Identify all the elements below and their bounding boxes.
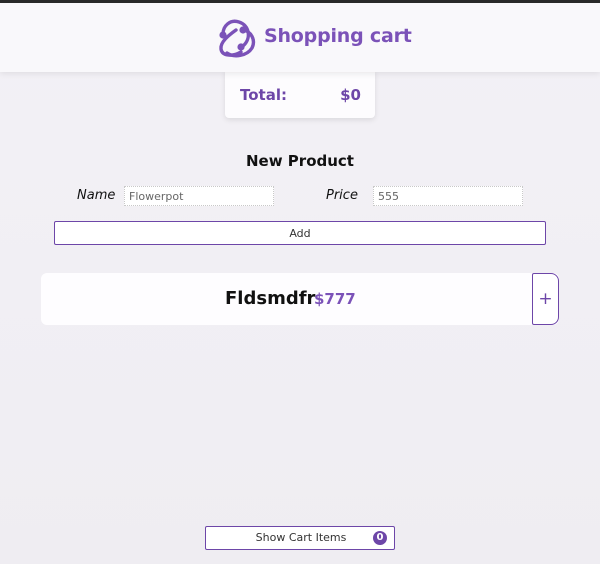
name-label: Name [77,188,116,203]
new-product-heading: New Product [246,152,354,170]
show-cart-items-label: Show Cart Items [255,531,347,544]
app-header: Shopping cart [0,3,600,72]
total-label: Total: [240,86,287,104]
cart-total-card: Total: $0 [225,70,375,118]
product-card: Fldsmdfr $777 + [41,273,559,325]
product-price-input[interactable] [373,186,523,206]
add-to-cart-button[interactable]: + [532,273,559,325]
add-product-button[interactable]: Add [54,221,546,245]
product-name: Fldsmdfr [225,288,316,309]
product-price: $777 [314,290,356,308]
show-cart-items-button[interactable]: Show Cart Items 0 [205,526,395,550]
total-value: $0 [340,86,361,104]
page-title: Shopping cart [264,25,412,47]
product-name-input[interactable] [124,186,274,206]
redux-logo-icon [219,19,256,58]
cart-count-badge: 0 [373,531,387,545]
price-label: Price [326,188,358,203]
